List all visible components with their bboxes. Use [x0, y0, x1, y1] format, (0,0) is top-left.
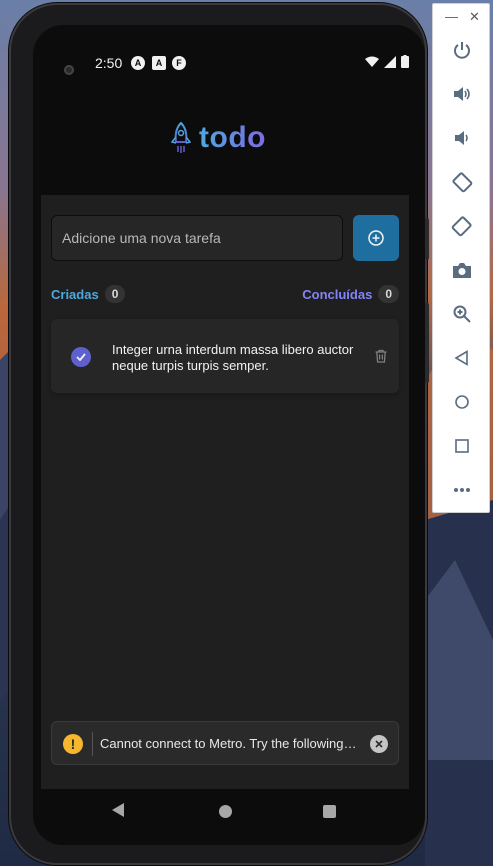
- zoom-button[interactable]: [442, 294, 482, 334]
- volume-up-button[interactable]: [442, 74, 482, 114]
- signal-icon: [384, 55, 396, 68]
- front-camera: [64, 65, 74, 75]
- rotate-right-button[interactable]: [442, 206, 482, 246]
- back-icon: [454, 350, 468, 366]
- nav-back-icon[interactable]: [111, 802, 125, 818]
- power-icon: [454, 42, 470, 59]
- created-count-badge: 0: [104, 285, 126, 303]
- done-count-badge: 0: [378, 285, 399, 303]
- task-counters: Criadas 0 Concluídas 0: [51, 285, 399, 305]
- android-nav-bar: [33, 789, 425, 845]
- status-bar: 2:50 A A F: [33, 25, 425, 95]
- rotate-right-icon: [451, 216, 472, 237]
- rocket-icon: [171, 122, 191, 153]
- more-button[interactable]: [442, 470, 482, 510]
- app-logo: todo: [171, 121, 266, 155]
- more-icon: [454, 488, 470, 492]
- new-task-input[interactable]: [51, 215, 343, 261]
- new-task-row: [51, 215, 399, 261]
- toast-divider: [92, 732, 93, 756]
- rotate-left-button[interactable]: [442, 162, 482, 202]
- a-circle-icon: A: [131, 56, 145, 70]
- done-counter: Concluídas 0: [302, 285, 399, 303]
- nav-recents-button[interactable]: [323, 805, 336, 818]
- wifi-icon: [365, 56, 379, 67]
- rotate-left-icon: [452, 172, 473, 193]
- close-icon: [375, 740, 383, 748]
- emulator-window-controls: — ✕: [433, 8, 491, 26]
- screenshot-button[interactable]: [442, 250, 482, 290]
- phone-frame: 2:50 A A F todo Adicione uma nova tarefa…: [9, 3, 429, 865]
- todo-main: Criadas 0 Concluídas 0 Integer urna inte…: [41, 195, 409, 789]
- back-button[interactable]: [442, 338, 482, 378]
- task-item: Integer urna interdum massa libero aucto…: [51, 319, 399, 393]
- metro-error-toast[interactable]: ! Cannot connect to Metro. Try the follo…: [51, 721, 399, 765]
- overview-button[interactable]: [442, 426, 482, 466]
- power-button[interactable]: [442, 30, 482, 70]
- a-square-icon: A: [152, 56, 166, 70]
- overview-icon: [455, 439, 469, 453]
- volume-down-icon: [455, 131, 468, 145]
- trash-icon[interactable]: [373, 348, 389, 364]
- f-circle-icon: F: [172, 56, 186, 70]
- battery-icon: [401, 55, 409, 68]
- close-window-icon[interactable]: ✕: [469, 8, 480, 26]
- home-button[interactable]: [442, 382, 482, 422]
- check-icon: [76, 353, 86, 361]
- emulator-toolbar: — ✕: [432, 3, 490, 513]
- volume-down-button[interactable]: [442, 118, 482, 158]
- created-counter: Criadas 0: [51, 285, 126, 303]
- power-side-button: [425, 218, 429, 260]
- volume-up-icon: [454, 87, 470, 101]
- toast-close-button[interactable]: [370, 735, 388, 753]
- home-icon: [455, 395, 469, 409]
- warning-icon: !: [63, 734, 83, 754]
- created-label: Criadas: [51, 286, 99, 302]
- plus-circle-icon: [368, 230, 384, 246]
- status-time: 2:50: [95, 55, 123, 71]
- app-title: todo: [199, 121, 266, 154]
- phone-screen: 2:50 A A F todo Adicione uma nova tarefa…: [33, 25, 425, 845]
- task-text: Integer urna interdum massa libero aucto…: [112, 342, 354, 373]
- nav-home-button[interactable]: [219, 805, 232, 818]
- app-header: todo: [33, 95, 425, 195]
- zoom-icon: [453, 305, 471, 323]
- toast-message: Cannot connect to Metro. Try the followi…: [100, 736, 357, 751]
- done-label: Concluídas: [302, 286, 373, 302]
- camera-icon: [453, 263, 471, 278]
- add-task-button[interactable]: [353, 215, 399, 261]
- system-status-icons: [365, 55, 409, 68]
- minimize-icon[interactable]: —: [445, 8, 458, 26]
- task-checkbox[interactable]: [71, 347, 91, 367]
- volume-side-button: [425, 303, 429, 383]
